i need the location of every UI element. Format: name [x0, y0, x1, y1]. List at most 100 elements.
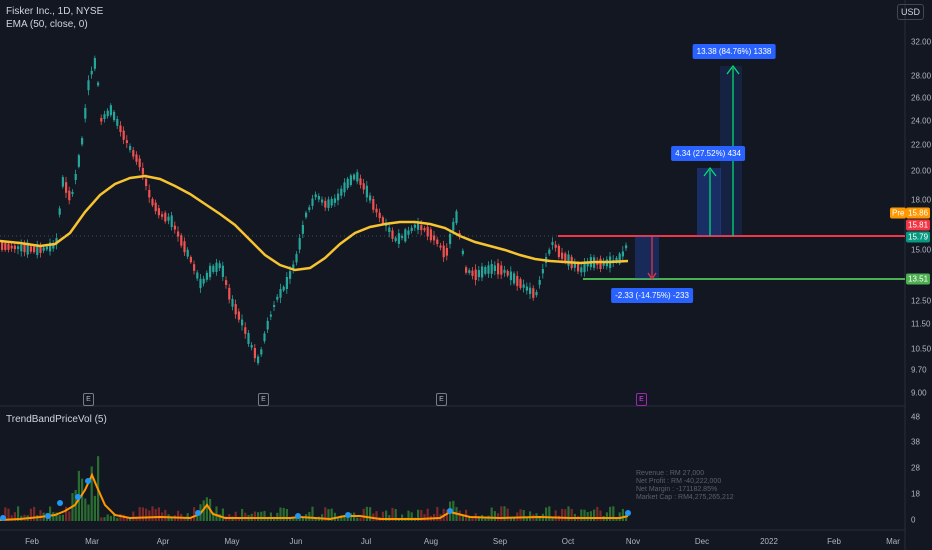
- volume-bar: [215, 506, 218, 521]
- candle-body: [199, 278, 202, 289]
- volume-bar: [138, 507, 141, 521]
- candle-body: [234, 304, 237, 315]
- candle-body: [97, 82, 100, 86]
- volume-bar: [103, 517, 106, 521]
- time-axis-label: May: [224, 537, 240, 546]
- candle-body: [522, 284, 525, 288]
- candle-body: [497, 263, 500, 275]
- candle-body: [493, 265, 496, 272]
- price-axis-label: 12.50: [911, 296, 932, 306]
- earnings-event-icon[interactable]: E: [83, 393, 94, 406]
- candle-body: [177, 231, 180, 237]
- candle-body: [205, 272, 208, 280]
- candle-body: [154, 202, 157, 212]
- candle-body: [164, 212, 167, 222]
- candle-body: [468, 270, 471, 273]
- candle-body: [621, 251, 624, 257]
- price-chart[interactable]: [0, 0, 932, 550]
- candle-body: [359, 178, 362, 185]
- candle-body: [221, 265, 224, 277]
- volume-bar: [234, 511, 237, 521]
- volume-bar: [285, 508, 288, 521]
- candle-body: [305, 212, 308, 218]
- volume-axis-label: 28: [911, 463, 920, 473]
- upcoming-earnings-icon[interactable]: E: [636, 393, 647, 406]
- candle-body: [321, 199, 324, 203]
- candle-body: [263, 333, 266, 342]
- candle-body: [61, 177, 64, 187]
- volume-bar: [561, 508, 564, 521]
- candle-body: [132, 150, 135, 157]
- candle-body: [509, 271, 512, 281]
- candle-body: [93, 58, 96, 69]
- mid-target-label[interactable]: 4.34 (27.52%) 434: [671, 146, 745, 161]
- candle-body: [68, 190, 71, 201]
- currency-badge[interactable]: USD: [896, 4, 924, 20]
- candle-body: [161, 214, 164, 217]
- time-axis-label: Oct: [561, 537, 575, 546]
- ema-indicator-legend[interactable]: EMA (50, close, 0): [6, 19, 88, 30]
- candle-body: [490, 263, 493, 274]
- candle-body: [455, 211, 458, 224]
- candle-body: [461, 250, 464, 255]
- stop-zone: [635, 236, 659, 279]
- candle-body: [276, 296, 279, 300]
- net-profit-text: Net Profit : RM -40,222,000: [636, 478, 722, 485]
- candle-body: [340, 188, 343, 196]
- candle-body: [567, 254, 570, 266]
- candle-body: [426, 226, 429, 237]
- last-price-tag: 15.79: [906, 231, 931, 243]
- candle-body: [378, 212, 381, 219]
- candle-body: [90, 70, 93, 75]
- upper-target-label[interactable]: 13.38 (84.76%) 1338: [692, 44, 776, 59]
- volume-axis-label: 0: [911, 515, 916, 525]
- volume-bar: [359, 517, 362, 521]
- candle-body: [141, 168, 144, 175]
- candle-body: [356, 172, 359, 182]
- candle-body: [557, 245, 560, 258]
- candle-body: [577, 263, 580, 272]
- candle-body: [71, 191, 74, 195]
- candle-body: [260, 349, 263, 355]
- candle-body: [42, 247, 45, 251]
- candle-body: [225, 280, 228, 285]
- candle-body: [145, 179, 148, 186]
- candle-body: [113, 111, 116, 121]
- candle-body: [551, 242, 554, 245]
- candle-body: [193, 264, 196, 271]
- candle-body: [173, 225, 176, 230]
- candle-body: [548, 249, 551, 254]
- volume-bar: [154, 508, 157, 521]
- volume-bar: [151, 506, 154, 521]
- candle-body: [202, 278, 205, 284]
- price-axis-label: 24.00: [911, 116, 932, 126]
- candle-body: [58, 208, 61, 215]
- premarket-price-tag: 15.86: [906, 207, 931, 219]
- price-axis-label: 20.00: [911, 166, 932, 176]
- candle-body: [183, 241, 186, 253]
- candle-body: [375, 208, 378, 213]
- candle-body: [541, 269, 544, 274]
- earnings-event-icon[interactable]: E: [436, 393, 447, 406]
- candle-body: [7, 243, 10, 250]
- volume-bar: [356, 517, 359, 521]
- candle-body: [10, 245, 13, 249]
- volume-indicator-legend[interactable]: TrendBandPriceVol (5): [6, 414, 107, 425]
- volume-bar: [253, 511, 256, 521]
- price-axis-label: 28.00: [911, 71, 932, 81]
- candle-body: [125, 140, 128, 143]
- time-axis-label: Feb: [827, 537, 841, 546]
- price-axis-label: 15.00: [911, 245, 932, 255]
- candle-body: [167, 216, 170, 221]
- time-axis-label: Jun: [289, 537, 303, 546]
- volume-bar: [81, 478, 84, 521]
- candle-body: [445, 248, 448, 256]
- volume-bar: [401, 514, 404, 521]
- stop-loss-label[interactable]: -2.33 (-14.75%) -233: [611, 288, 693, 303]
- candle-body: [298, 238, 301, 250]
- time-axis-label: Mar: [85, 537, 99, 546]
- volume-bar: [529, 511, 532, 521]
- earnings-event-icon[interactable]: E: [258, 393, 269, 406]
- candle-body: [388, 227, 391, 233]
- candle-body: [209, 265, 212, 278]
